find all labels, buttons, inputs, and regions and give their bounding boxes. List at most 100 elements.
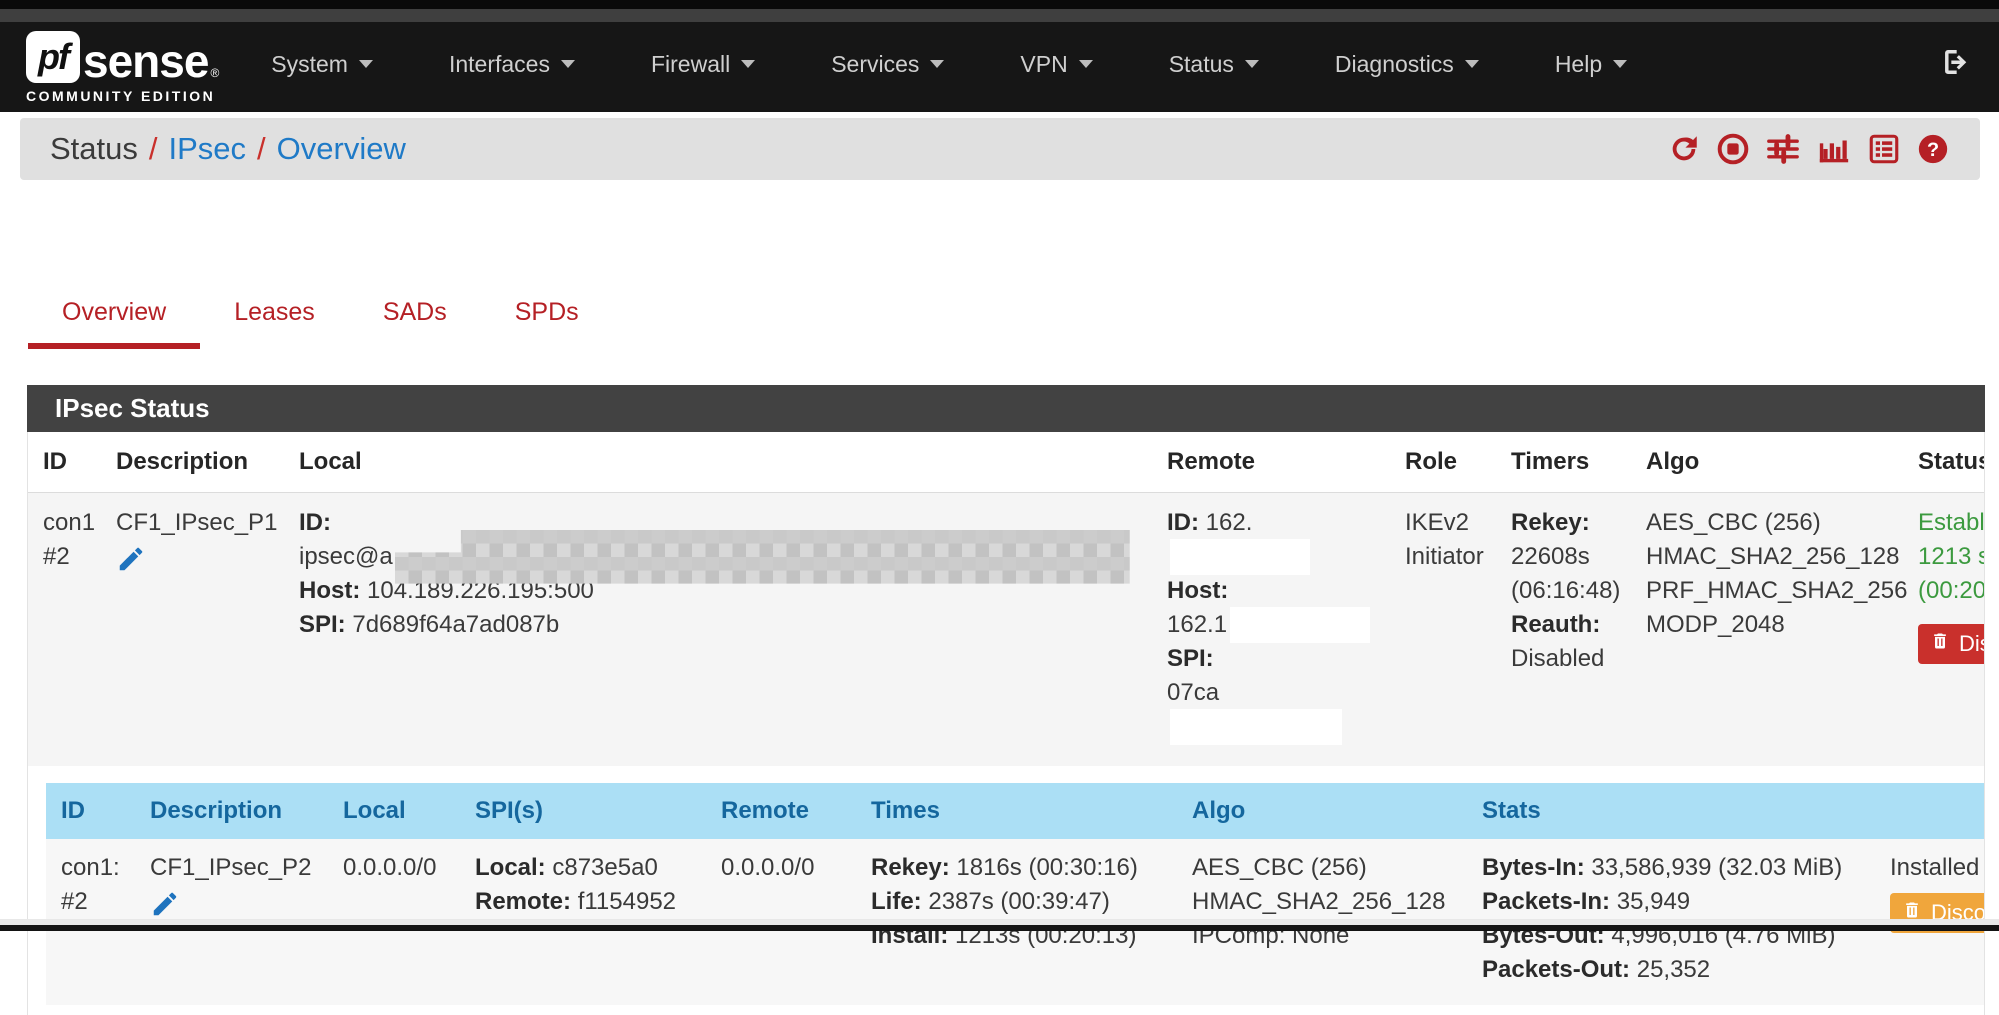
col-header-status: Status [1903,448,1985,476]
col-header-stats: Stats [1467,797,1875,825]
redacted-block [1230,607,1370,643]
caret-down-icon [930,60,944,68]
packets-out-value: 25,352 [1637,956,1710,983]
spi-local-label: Local: [475,854,546,881]
cell-algo: AES_CBC (256) HMAC_SHA2_256_128 PRF_HMAC… [1631,506,1903,744]
col-header-blank [1875,797,1985,825]
stop-service-icon[interactable] [1716,132,1750,166]
local-host-label: Host: [299,577,360,604]
caret-down-icon [1465,60,1479,68]
caret-down-icon [1613,60,1627,68]
col-header-description: Description [135,797,328,825]
ike-version: IKEv2 [1405,506,1496,540]
page-action-icons: ? [1667,132,1950,166]
nav-item-services[interactable]: Services [793,41,982,88]
description-text: CF1_IPsec_P1 [116,506,284,540]
remote-id-label: ID: [1167,509,1199,536]
connection-id: con1 [43,506,101,540]
pf-logo-tile: pf [26,31,80,83]
child-sa-table-header: ID Description Local SPI(s) Remote Times… [46,783,1985,839]
connection-instance: #2 [61,885,135,919]
breadcrumb-link-ipsec[interactable]: IPsec [169,131,247,166]
algo-dhgroup: MODP_2048 [1646,608,1903,642]
local-network: 0.0.0.0/0 [343,851,460,885]
nav-item-label: Help [1555,51,1602,78]
top-navbar: pf sense ® COMMUNITY EDITION System Inte… [0,22,1999,112]
window-top-edge [0,0,1999,9]
disconnect-button[interactable]: Dis [1918,624,1985,664]
rekey-label: Rekey: [1511,506,1631,540]
bar-chart-icon[interactable] [1816,132,1852,166]
nav-item-label: Status [1169,51,1234,78]
tab-overview[interactable]: Overview [28,292,200,349]
algo-cipher: AES_CBC (256) [1646,506,1903,540]
remote-network: 0.0.0.0/0 [721,851,856,885]
status-uptime: 1213 s [1918,540,1985,574]
brand-name: sense [83,39,208,83]
local-id-label: ID: [299,509,331,536]
breadcrumb-separator: / [257,131,266,166]
brand-edition: COMMUNITY EDITION [26,88,219,104]
nav-item-help[interactable]: Help [1517,41,1665,88]
window-bottom-edge [0,925,1999,931]
ike-sa-table-header: ID Description Local Remote Role Timers … [28,432,1985,493]
col-header-times: Times [856,797,1177,825]
connection-id: con1: [61,851,135,885]
remote-spi-value: 07ca [1167,679,1219,706]
algo-cipher: AES_CBC (256) [1192,851,1467,885]
tab-leases[interactable]: Leases [200,292,349,349]
filter-sliders-icon[interactable] [1765,132,1801,166]
col-header-local: Local [284,448,1152,476]
window-title-strip [0,9,1999,22]
packets-in-value: 35,949 [1617,888,1690,915]
nav-item-status[interactable]: Status [1131,41,1297,88]
breadcrumb: Status/IPsec/Overview [50,131,406,167]
description-text: CF1_IPsec_P2 [150,851,328,885]
algo-hash: HMAC_SHA2_256_128 [1646,540,1903,574]
col-header-algo: Algo [1631,448,1903,476]
nav-item-firewall[interactable]: Firewall [613,41,793,88]
life-label: Life: [871,888,922,915]
nav-item-system[interactable]: System [233,41,411,88]
rekey-seconds: 22608s [1511,540,1631,574]
sign-out-icon [1939,46,1973,83]
packets-out-label: Packets-Out: [1482,956,1630,983]
bytes-in-label: Bytes-In: [1482,854,1585,881]
pfsense-logo[interactable]: pf sense ® COMMUNITY EDITION [26,31,219,104]
logout-button[interactable] [1939,46,1973,83]
local-spi-label: SPI: [299,611,346,638]
tab-spds[interactable]: SPDs [481,292,613,349]
child-sa-table-viewport[interactable]: ID Description Local SPI(s) Remote Times… [36,783,1985,1005]
list-view-icon[interactable] [1867,132,1901,166]
remote-id-value: 162. [1206,509,1253,536]
help-icon[interactable]: ? [1916,132,1950,166]
cell-id: con1 #2 [28,506,101,744]
col-header-remote: Remote [706,797,856,825]
nav-item-interfaces[interactable]: Interfaces [411,41,613,88]
refresh-icon[interactable] [1667,132,1701,166]
tab-sads[interactable]: SADs [349,292,481,349]
disconnect-button-label: Dis [1959,631,1985,657]
local-spi-value: 7d689f64a7ad087b [352,611,559,638]
breadcrumb-separator: / [149,131,158,166]
panel-title: IPsec Status [27,385,1985,432]
caret-down-icon [561,60,575,68]
col-header-id: ID [28,448,101,476]
nav-item-diagnostics[interactable]: Diagnostics [1297,41,1517,88]
nav-item-vpn[interactable]: VPN [982,41,1130,88]
role-value: Initiator [1405,540,1496,574]
caret-down-icon [359,60,373,68]
remote-host-label: Host: [1167,577,1228,604]
reauth-value: Disabled [1511,642,1631,676]
breadcrumb-link-overview[interactable]: Overview [277,131,406,166]
algo-hash: HMAC_SHA2_256_128 [1192,885,1467,919]
remote-spi-label: SPI: [1167,645,1214,672]
rekey-label: Rekey: [871,854,950,881]
cell-role: IKEv2 Initiator [1390,506,1496,744]
child-sa-table: ID Description Local SPI(s) Remote Times… [36,783,1985,1005]
nav-item-label: Firewall [651,51,730,78]
spi-remote-value: f1154952 [578,888,676,915]
breadcrumb-bar: Status/IPsec/Overview ? [20,118,1980,180]
caret-down-icon [1079,60,1093,68]
edit-pencil-icon[interactable] [116,544,146,584]
